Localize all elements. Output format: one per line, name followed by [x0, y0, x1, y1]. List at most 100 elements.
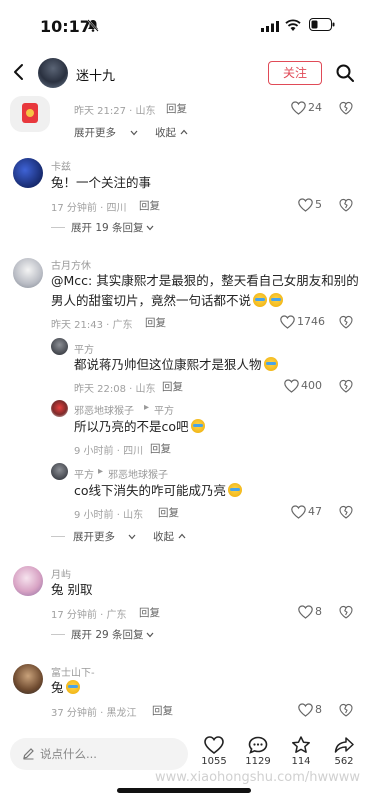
- back-arrow-icon[interactable]: [12, 63, 26, 81]
- user-name[interactable]: 古月方休: [51, 257, 91, 272]
- reply-meta: 9 小时前 · 山东: [74, 510, 144, 521]
- chevron-up-icon: [180, 129, 188, 135]
- status-time: 10:17: [40, 17, 91, 36]
- heart-icon[interactable]: [298, 605, 313, 619]
- muted-bell-icon: [87, 19, 99, 32]
- expand-replies-button[interactable]: 展开 29 条回复: [71, 627, 144, 642]
- dislike-icon[interactable]: [339, 379, 353, 393]
- user-name[interactable]: 富士山下-: [51, 664, 95, 679]
- comment-bubble-icon: [248, 736, 268, 754]
- comment-text-line-1[interactable]: @Mcc: 其实康熙才是最狠的，整天看自己女朋友和别的: [51, 271, 359, 291]
- reply-button[interactable]: 回复: [145, 315, 166, 330]
- laugh-cry-emoji: [253, 293, 268, 307]
- comment-action[interactable]: 1129: [240, 736, 276, 767]
- reply-button[interactable]: 回复: [166, 101, 187, 116]
- reply-text[interactable]: co线下消失的咋可能成乃亮: [74, 481, 243, 501]
- share-count: 562: [334, 756, 354, 767]
- user-avatar[interactable]: [13, 258, 43, 288]
- dislike-icon[interactable]: [339, 198, 353, 212]
- reply-arrow-icon: ▸: [98, 466, 104, 477]
- reply-avatar[interactable]: [51, 400, 68, 417]
- favorite-action[interactable]: 114: [283, 736, 319, 767]
- comment-text[interactable]: 兔: [51, 678, 80, 698]
- comment-text-line-2[interactable]: 男人的甜蜜切片，竟然一句话都不说: [51, 291, 284, 311]
- like-count: 8: [315, 703, 322, 716]
- chevron-down-icon: [128, 534, 136, 540]
- expand-replies-button[interactable]: 展开 19 条回复: [71, 220, 144, 235]
- like-count: 1055: [201, 756, 227, 767]
- user-name[interactable]: 月屿: [51, 566, 71, 581]
- reply-user-name[interactable]: 平方: [74, 341, 94, 356]
- comment-text[interactable]: 兔！一个关注的事: [51, 173, 151, 193]
- expand-divider: [51, 227, 65, 228]
- collapse-button[interactable]: 收起: [153, 529, 174, 544]
- expand-more-button[interactable]: 展开更多: [73, 529, 115, 544]
- favorite-count: 114: [291, 756, 311, 767]
- heart-icon[interactable]: [298, 198, 313, 212]
- user-name[interactable]: 卡兹: [51, 158, 71, 173]
- reply-meta: 昨天 22:08 · 山东: [74, 384, 156, 395]
- comment-meta: 昨天 21:27 · 山东: [74, 106, 156, 117]
- like-count: 1746: [297, 315, 325, 328]
- comment-text[interactable]: 兔 别取: [51, 580, 92, 600]
- chevron-up-icon: [178, 533, 186, 539]
- reply-target-name[interactable]: 平方: [154, 402, 174, 417]
- collapse-button[interactable]: 收起: [155, 125, 176, 140]
- reply-button[interactable]: 回复: [162, 379, 183, 394]
- dislike-icon[interactable]: [339, 315, 353, 329]
- comment-input-placeholder: 说点什么...: [40, 747, 97, 761]
- home-indicator[interactable]: [117, 788, 251, 793]
- chevron-down-icon: [146, 225, 154, 231]
- chevron-down-icon: [146, 632, 154, 638]
- top-nav: 迷十九 关注: [0, 50, 368, 96]
- reply-button[interactable]: 回复: [139, 198, 160, 213]
- signal-icon: [261, 21, 279, 32]
- comment-meta: 37 分钟前 · 黑龙江: [51, 708, 137, 719]
- reply-meta: 9 小时前 · 四川: [74, 446, 144, 457]
- reply-user-name[interactable]: 邪恶地球猴子: [74, 402, 134, 417]
- reply-avatar[interactable]: [51, 463, 68, 480]
- reply-button[interactable]: 回复: [139, 605, 160, 620]
- like-action[interactable]: 1055: [196, 736, 232, 767]
- reply-target-name[interactable]: 邪恶地球猴子: [108, 466, 168, 481]
- dislike-icon[interactable]: [339, 703, 353, 717]
- reply-user-name[interactable]: 平方: [74, 466, 94, 481]
- author-avatar[interactable]: [38, 58, 68, 88]
- share-action[interactable]: 562: [326, 736, 362, 767]
- like-count: 47: [308, 505, 322, 518]
- expand-divider: [51, 536, 65, 537]
- reply-button[interactable]: 回复: [158, 505, 179, 520]
- heart-icon[interactable]: [284, 379, 299, 393]
- user-avatar[interactable]: [13, 664, 43, 694]
- expand-divider: [51, 634, 65, 635]
- red-packet-avatar[interactable]: [10, 96, 50, 132]
- author-name[interactable]: 迷十九: [76, 65, 115, 84]
- share-arrow-icon: [334, 737, 354, 753]
- dislike-icon[interactable]: [339, 605, 353, 619]
- laugh-cry-emoji: [190, 419, 205, 433]
- dislike-icon[interactable]: [339, 101, 353, 115]
- expand-more-button[interactable]: 展开更多: [74, 125, 116, 140]
- dislike-icon[interactable]: [339, 505, 353, 519]
- user-avatar[interactable]: [13, 566, 43, 596]
- search-icon[interactable]: [336, 64, 354, 82]
- comment-meta: 17 分钟前 · 广东: [51, 610, 127, 621]
- reply-button[interactable]: 回复: [152, 703, 173, 718]
- user-avatar[interactable]: [13, 158, 43, 188]
- reply-button[interactable]: 回复: [150, 441, 171, 456]
- heart-icon[interactable]: [291, 505, 306, 519]
- heart-icon[interactable]: [280, 315, 295, 329]
- follow-button[interactable]: 关注: [268, 61, 322, 85]
- heart-icon[interactable]: [291, 101, 306, 115]
- comment-input[interactable]: 说点什么...: [10, 738, 188, 770]
- reply-avatar[interactable]: [51, 338, 68, 355]
- laugh-cry-emoji: [228, 483, 243, 497]
- comment-item: 昨天 21:27 · 山东 回复 24 展开更多 收起: [0, 96, 368, 144]
- reply-text[interactable]: 所以乃亮的不是co吧: [74, 417, 205, 437]
- reply-text[interactable]: 都说蒋乃帅但这位康熙才是狠人物: [74, 355, 278, 375]
- comment-meta: 昨天 21:43 · 广东: [51, 320, 133, 331]
- like-count: 400: [301, 379, 322, 392]
- heart-icon[interactable]: [298, 703, 313, 717]
- pen-icon: [23, 748, 34, 760]
- comment-item: 古月方休 @Mcc: 其实康熙才是最狠的，整天看自己女朋友和别的 男人的甜蜜切片…: [0, 254, 368, 558]
